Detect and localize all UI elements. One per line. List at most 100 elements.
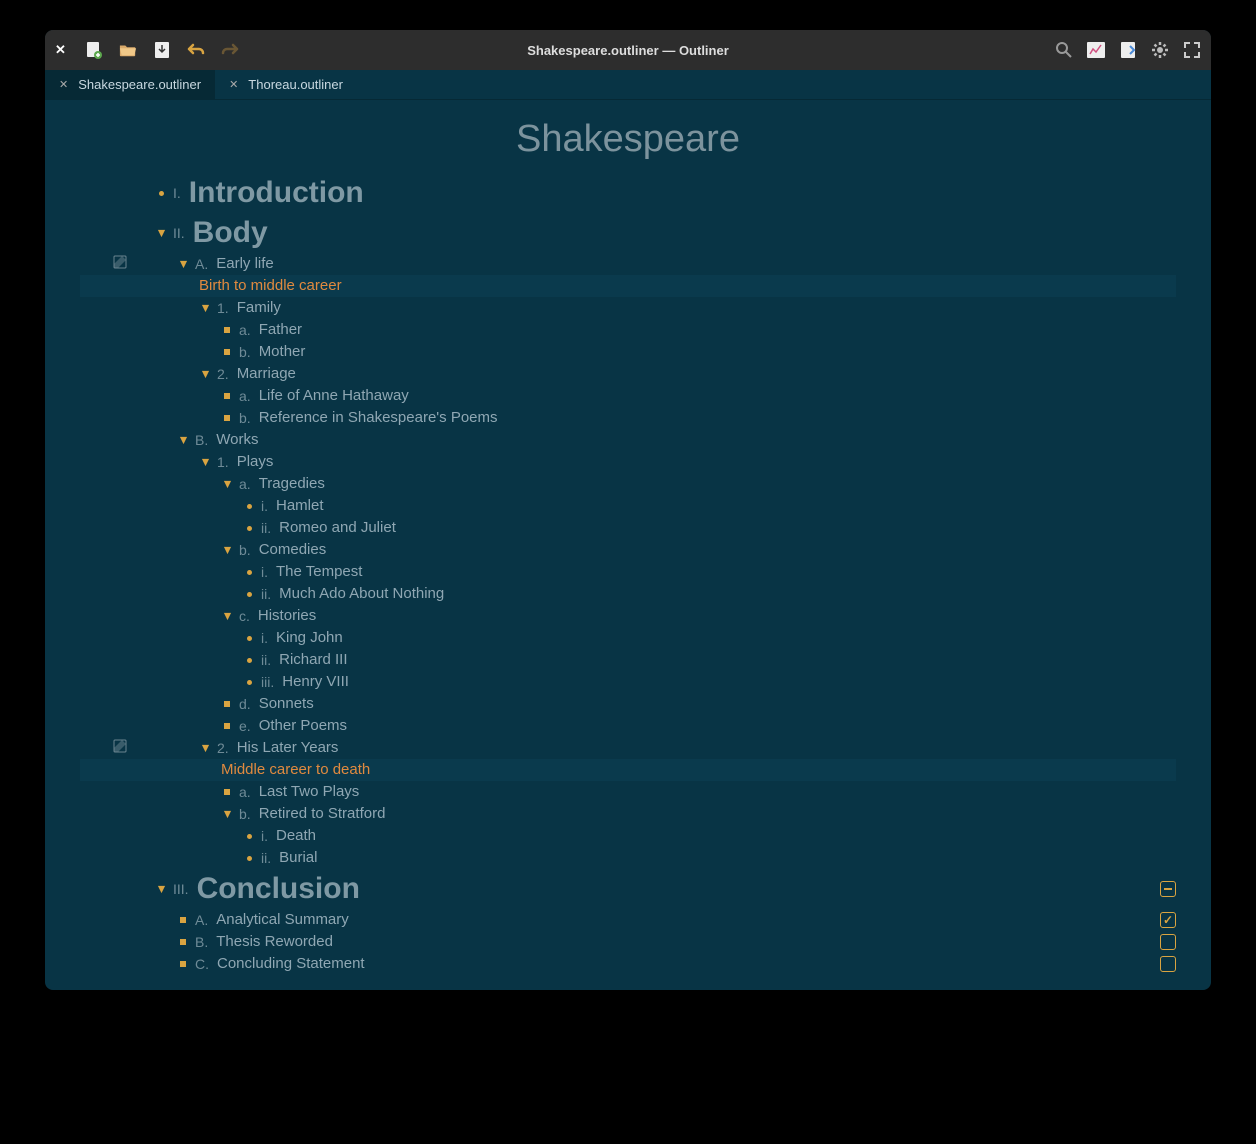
outline-item[interactable]: ii.Richard III <box>80 649 1176 671</box>
stats-icon[interactable] <box>1087 41 1105 59</box>
outline-item[interactable]: 1.Family <box>80 297 1176 319</box>
outline-label[interactable]: Body <box>193 222 268 244</box>
tab-shakespeare-outliner[interactable]: ✕Shakespeare.outliner <box>45 70 215 99</box>
note-icon[interactable] <box>113 737 127 759</box>
tab-close-icon[interactable]: ✕ <box>229 78 238 91</box>
outline-item[interactable]: 2.Marriage <box>80 363 1176 385</box>
outline-item[interactable]: d.Sonnets <box>80 693 1176 715</box>
disclosure-triangle-icon[interactable] <box>177 260 189 269</box>
undo-icon[interactable] <box>187 41 205 59</box>
disclosure-triangle-icon[interactable] <box>221 612 233 621</box>
checkbox[interactable] <box>1160 956 1176 972</box>
tab-thoreau-outliner[interactable]: ✕Thoreau.outliner <box>215 70 357 99</box>
outline-item[interactable]: iii.Henry VIII <box>80 671 1176 693</box>
gear-icon[interactable] <box>1151 41 1169 59</box>
outline-note[interactable]: Middle career to death <box>80 759 1176 781</box>
outline-item[interactable]: ii.Much Ado About Nothing <box>80 583 1176 605</box>
redo-icon[interactable] <box>221 41 239 59</box>
document-title[interactable]: Shakespeare <box>80 118 1176 161</box>
outline-label[interactable]: Father <box>259 319 302 341</box>
outline-label[interactable]: Histories <box>258 605 316 627</box>
outline-label[interactable]: Mother <box>259 341 306 363</box>
disclosure-triangle-icon[interactable] <box>221 546 233 555</box>
checkbox[interactable] <box>1160 934 1176 950</box>
close-window-button[interactable]: ✕ <box>55 42 69 58</box>
disclosure-triangle-icon[interactable] <box>221 810 233 819</box>
outline-item[interactable]: i.King John <box>80 627 1176 649</box>
outline-label[interactable]: Hamlet <box>276 495 324 517</box>
disclosure-triangle-icon[interactable] <box>199 458 211 467</box>
new-document-icon[interactable] <box>85 41 103 59</box>
disclosure-triangle-icon[interactable] <box>199 370 211 379</box>
outline-item[interactable]: A.Analytical Summary <box>80 909 1176 931</box>
disclosure-triangle-icon[interactable] <box>199 744 211 753</box>
outline-item[interactable]: III.Conclusion <box>80 869 1176 909</box>
outline-label[interactable]: The Tempest <box>276 561 362 583</box>
outline-label[interactable]: Reference in Shakespeare's Poems <box>259 407 498 429</box>
checkbox[interactable] <box>1160 912 1176 928</box>
outline-item[interactable]: B.Works <box>80 429 1176 451</box>
outline-label[interactable]: Thesis Reworded <box>216 931 333 953</box>
outline-label[interactable]: Works <box>216 429 258 451</box>
search-icon[interactable] <box>1055 41 1073 59</box>
outline-label[interactable]: His Later Years <box>237 737 339 759</box>
fullscreen-icon[interactable] <box>1183 41 1201 59</box>
outline-item[interactable]: C.Concluding Statement <box>80 953 1176 975</box>
outline-label[interactable]: Conclusion <box>197 878 360 900</box>
outline-note[interactable]: Birth to middle career <box>80 275 1176 297</box>
note-icon[interactable] <box>113 253 127 275</box>
outline-label[interactable]: Richard III <box>279 649 347 671</box>
outline-item[interactable]: a.Father <box>80 319 1176 341</box>
tab-close-icon[interactable]: ✕ <box>59 78 68 91</box>
outline-item[interactable]: a.Tragedies <box>80 473 1176 495</box>
outline-item[interactable]: i.The Tempest <box>80 561 1176 583</box>
outline-label[interactable]: King John <box>276 627 343 649</box>
outline-label[interactable]: Retired to Stratford <box>259 803 386 825</box>
export-icon[interactable] <box>1119 41 1137 59</box>
outline-label[interactable]: Introduction <box>189 182 364 204</box>
outline-label[interactable]: Much Ado About Nothing <box>279 583 444 605</box>
outline-item[interactable]: b.Comedies <box>80 539 1176 561</box>
outline-item[interactable]: a.Life of Anne Hathaway <box>80 385 1176 407</box>
outline-item[interactable]: I.Introduction <box>80 173 1176 213</box>
outline-label[interactable]: Other Poems <box>259 715 347 737</box>
outline-item[interactable]: a.Last Two Plays <box>80 781 1176 803</box>
outline-item[interactable]: i.Hamlet <box>80 495 1176 517</box>
outline-label[interactable]: Last Two Plays <box>259 781 360 803</box>
disclosure-triangle-icon[interactable] <box>155 229 167 238</box>
note-text[interactable]: Birth to middle career <box>199 275 342 297</box>
outline-item[interactable]: 2.His Later Years <box>80 737 1176 759</box>
outline-item[interactable]: b.Retired to Stratford <box>80 803 1176 825</box>
note-text[interactable]: Middle career to death <box>221 759 370 781</box>
disclosure-triangle-icon[interactable] <box>221 480 233 489</box>
outline-label[interactable]: Burial <box>279 847 317 869</box>
outline-item[interactable]: 1.Plays <box>80 451 1176 473</box>
outline-label[interactable]: Marriage <box>237 363 296 385</box>
outline-item[interactable]: i.Death <box>80 825 1176 847</box>
import-icon[interactable] <box>153 41 171 59</box>
outline-item[interactable]: c.Histories <box>80 605 1176 627</box>
outline-label[interactable]: Death <box>276 825 316 847</box>
checkbox[interactable] <box>1160 881 1176 897</box>
outline-item[interactable]: ii.Burial <box>80 847 1176 869</box>
outline-item[interactable]: b.Reference in Shakespeare's Poems <box>80 407 1176 429</box>
outline-label[interactable]: Family <box>237 297 281 319</box>
disclosure-triangle-icon[interactable] <box>155 885 167 894</box>
disclosure-triangle-icon[interactable] <box>177 436 189 445</box>
outline-label[interactable]: Tragedies <box>259 473 325 495</box>
outline-label[interactable]: Analytical Summary <box>216 909 349 931</box>
outline-label[interactable]: Romeo and Juliet <box>279 517 396 539</box>
outline-item[interactable]: b.Mother <box>80 341 1176 363</box>
outline-item[interactable]: e.Other Poems <box>80 715 1176 737</box>
outline-item[interactable]: II.Body <box>80 213 1176 253</box>
outline-label[interactable]: Sonnets <box>259 693 314 715</box>
outline-label[interactable]: Henry VIII <box>282 671 349 693</box>
outline-item[interactable]: ii.Romeo and Juliet <box>80 517 1176 539</box>
outline-item[interactable]: B.Thesis Reworded <box>80 931 1176 953</box>
outline-label[interactable]: Plays <box>237 451 274 473</box>
outline-label[interactable]: Life of Anne Hathaway <box>259 385 409 407</box>
outline-item[interactable]: A.Early life <box>80 253 1176 275</box>
outline-label[interactable]: Concluding Statement <box>217 953 365 975</box>
outline-label[interactable]: Early life <box>216 253 274 275</box>
disclosure-triangle-icon[interactable] <box>199 304 211 313</box>
